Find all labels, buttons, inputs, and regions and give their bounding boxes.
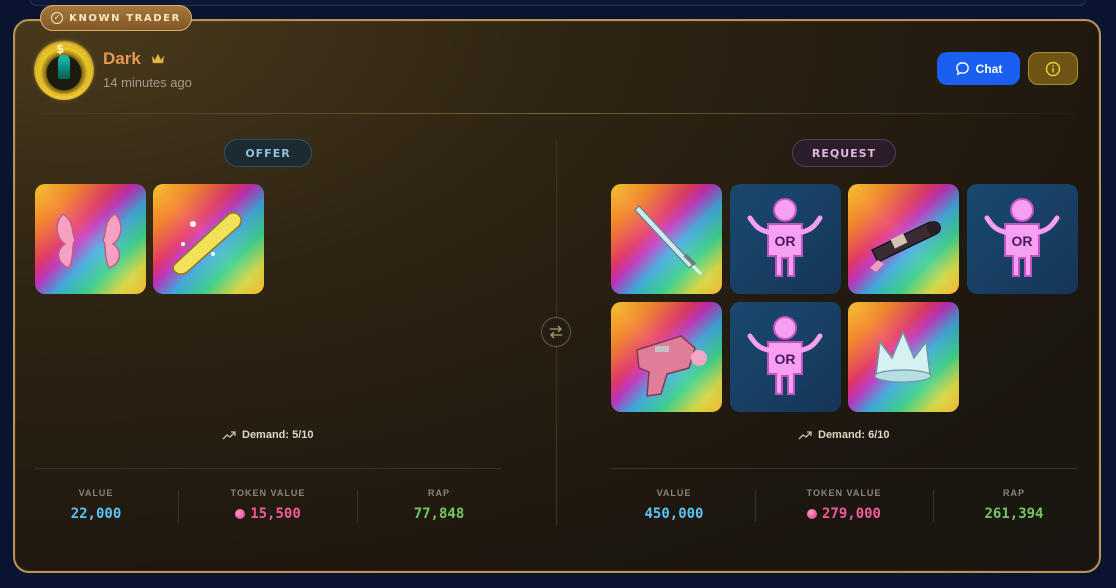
svg-text:OR: OR: [775, 351, 796, 367]
info-button[interactable]: [1028, 52, 1078, 85]
request-token-value: 279,000: [774, 506, 914, 522]
dollar-icon: $: [56, 42, 65, 56]
request-stats-divider: [611, 468, 1078, 469]
info-icon: [1045, 61, 1061, 76]
token-icon: [235, 509, 246, 519]
trade-timestamp: 14 minutes ago: [103, 75, 192, 90]
offer-rap: 77,848: [413, 506, 465, 522]
stat-separator: [178, 490, 179, 522]
known-trader-badge: ✓ KNOWN TRADER: [40, 5, 192, 31]
trade-card: [13, 19, 1101, 573]
request-rap: 261,394: [984, 506, 1044, 522]
chat-button[interactable]: Chat: [937, 52, 1020, 85]
or-figure-icon: OR: [747, 198, 823, 277]
ribbon-pair-icon: [56, 213, 122, 269]
trending-up-icon: [222, 431, 236, 440]
token-icon: [806, 509, 817, 519]
trader-name[interactable]: Dark: [103, 49, 141, 69]
or-figure-icon: OR: [747, 316, 823, 395]
offer-rap-label: RAP: [427, 488, 450, 498]
offer-token-label: TOKEN VALUE: [230, 488, 306, 498]
avatar-figure: [58, 55, 70, 79]
request-item-pink-blaster[interactable]: [611, 302, 722, 412]
offer-token-amount: 15,500: [250, 506, 301, 522]
request-demand-label: Demand: 6/10: [818, 429, 890, 441]
offer-demand-label: Demand: 5/10: [242, 429, 314, 441]
request-rap-label: RAP: [1002, 488, 1025, 498]
cannon-icon: [870, 221, 941, 272]
stat-separator: [933, 490, 934, 522]
scroll-icon: [172, 212, 242, 275]
offer-item-pink-ribbon-pair[interactable]: [35, 184, 146, 294]
offer-token-value: 15,500: [198, 506, 338, 522]
svg-text:OR: OR: [1012, 233, 1033, 249]
blaster-icon: [636, 335, 707, 397]
header-divider: [36, 113, 1076, 114]
offer-value: 22,000: [70, 506, 122, 522]
top-strip: [30, 0, 1086, 6]
request-value: 450,000: [644, 506, 704, 522]
offer-label: OFFER: [224, 139, 312, 167]
offer-value-label: VALUE: [78, 488, 114, 498]
request-item-cannon[interactable]: [848, 184, 959, 294]
request-demand: Demand: 6/10: [798, 429, 890, 441]
or-figure-icon: OR: [984, 198, 1060, 277]
chat-bubble-icon: [955, 62, 969, 76]
offer-item-golden-scroll[interactable]: [153, 184, 264, 294]
chat-label: Chat: [975, 61, 1003, 76]
crown-item-icon: [874, 330, 932, 383]
stat-separator: [357, 490, 358, 522]
offer-stats-divider: [35, 468, 502, 469]
request-item-or-placeholder[interactable]: OR: [967, 184, 1078, 294]
request-token-amount: 279,000: [821, 506, 881, 522]
badge-label: KNOWN TRADER: [69, 12, 181, 24]
request-item-or-placeholder[interactable]: OR: [730, 302, 841, 412]
trending-up-icon: [798, 431, 812, 440]
stat-separator: [755, 490, 756, 522]
request-label: REQUEST: [792, 139, 896, 167]
request-item-or-placeholder[interactable]: OR: [730, 184, 841, 294]
request-item-ice-crown[interactable]: [848, 302, 959, 412]
check-circle-icon: ✓: [51, 12, 64, 24]
sword-icon: [634, 205, 703, 276]
request-value-label: VALUE: [656, 488, 692, 498]
request-item-ice-sword[interactable]: [611, 184, 722, 294]
avatar[interactable]: $: [34, 40, 94, 100]
request-token-label: TOKEN VALUE: [806, 488, 882, 498]
svg-text:OR: OR: [775, 233, 796, 249]
swap-icon[interactable]: [541, 317, 571, 347]
crown-icon: [151, 53, 165, 64]
offer-demand: Demand: 5/10: [222, 429, 314, 441]
